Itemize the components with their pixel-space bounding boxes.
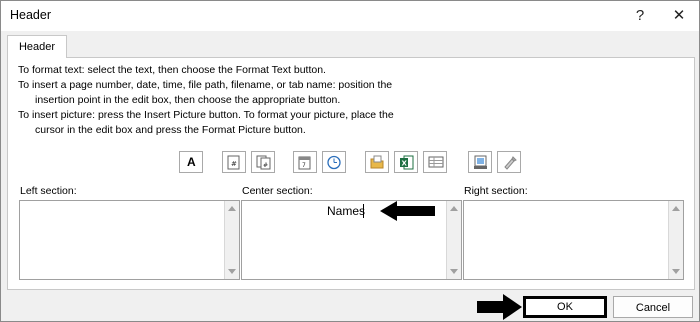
format-picture-button[interactable] [497,151,521,173]
format-text-button[interactable]: A [179,151,203,173]
insert-date-button[interactable]: 7 [293,151,317,173]
page-number-icon: # [227,155,240,170]
right-section-input[interactable] [463,200,684,280]
insert-sheet-name-button[interactable] [423,151,447,173]
scroll-down-icon[interactable] [672,269,680,274]
insert-picture-button[interactable] [468,151,492,173]
insert-file-name-button[interactable]: X [394,151,418,173]
svg-text:7: 7 [302,162,306,169]
left-section-label: Left section: [20,185,77,197]
annotation-arrow-right-icon [477,294,522,320]
close-button[interactable]: ✕ [660,1,698,31]
insert-number-of-pages-button[interactable]: # [251,151,275,173]
right-section-scrollbar[interactable] [668,201,683,279]
insert-page-number-button[interactable]: # [222,151,246,173]
instruction-line: To insert a page number, date, time, fil… [18,79,393,91]
cancel-button[interactable]: Cancel [613,296,693,318]
title-bar: Header ? ✕ [1,1,699,31]
format-text-icon: A [187,155,196,169]
scroll-down-icon[interactable] [228,269,236,274]
tab-header[interactable]: Header [7,35,67,58]
clock-icon [327,155,341,170]
center-section-text: Names [327,204,366,218]
header-dialog: Header ? ✕ Header To format text: select… [0,0,700,322]
picture-icon [474,155,487,169]
help-button[interactable]: ? [621,1,659,31]
scroll-up-icon[interactable] [672,206,680,211]
format-picture-icon [504,156,517,170]
right-section-label: Right section: [464,185,528,197]
svg-text:#: # [263,162,268,169]
calendar-icon: 7 [298,156,311,170]
scroll-up-icon[interactable] [450,206,458,211]
ok-button[interactable]: OK [523,296,607,318]
number-of-pages-icon: # [256,155,271,170]
dialog-title: Header [10,8,51,22]
svg-text:#: # [231,160,237,168]
excel-file-icon: X [400,155,414,170]
instruction-line: cursor in the edit box and press the For… [35,124,306,136]
header-panel: To format text: select the text, then ch… [7,57,695,290]
insert-time-button[interactable] [322,151,346,173]
instruction-line: To format text: select the text, then ch… [18,64,326,76]
center-section-input[interactable]: Names [241,200,462,280]
svg-text:X: X [402,160,408,168]
instruction-line: To insert picture: press the Insert Pict… [18,109,394,121]
instruction-line: insertion point in the edit box, then ch… [35,94,341,106]
center-section-scrollbar[interactable] [446,201,461,279]
scroll-up-icon[interactable] [228,206,236,211]
text-caret [363,204,364,218]
center-section-label: Center section: [242,185,313,197]
insert-file-path-button[interactable] [365,151,389,173]
left-section-scrollbar[interactable] [224,201,239,279]
scroll-down-icon[interactable] [450,269,458,274]
annotation-arrow-left-icon [380,201,435,221]
sheet-tab-icon [428,156,444,168]
folder-icon [370,155,384,169]
left-section-input[interactable] [19,200,240,280]
